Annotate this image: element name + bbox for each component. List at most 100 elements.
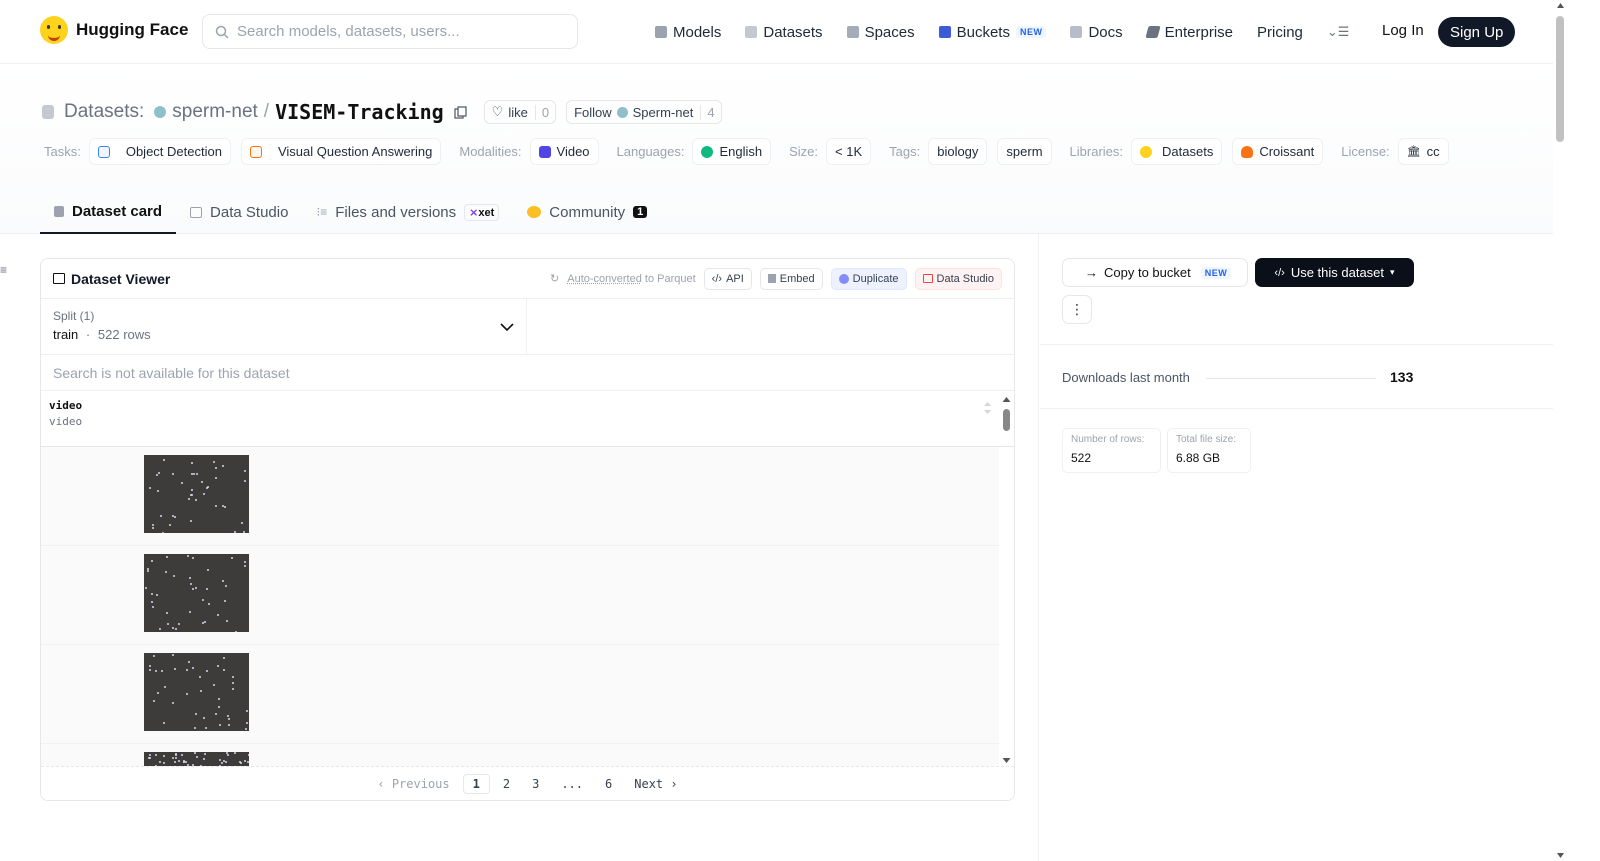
chevron-down-icon: ▾	[1390, 267, 1395, 277]
page-3-button[interactable]: 3	[523, 775, 548, 793]
cell-speck	[172, 654, 175, 657]
tag-croissant[interactable]: Croissant	[1232, 138, 1324, 165]
file-size-value: 6.88 GB	[1176, 451, 1221, 465]
toc-toggle-icon[interactable]: ≡	[0, 263, 8, 277]
nav-enterprise[interactable]: Enterprise	[1145, 24, 1233, 41]
tag-sperm[interactable]: sperm	[997, 138, 1052, 165]
tag-size[interactable]: < 1K	[826, 138, 872, 165]
downloads-value: 133	[1390, 369, 1414, 385]
pagination: ‹ Previous 1 2 3 ... 6 Next ›	[41, 766, 1014, 800]
search-input[interactable]	[237, 23, 557, 40]
nav-docs[interactable]: Docs	[1070, 24, 1123, 41]
cell-speck	[201, 480, 204, 483]
like-button[interactable]: ♡ like 0	[483, 100, 557, 124]
cell-speck	[205, 669, 208, 672]
cell-speck	[148, 754, 151, 757]
cell-speck	[150, 593, 153, 596]
cell-speck	[174, 761, 177, 764]
cell-speck	[173, 515, 176, 518]
data-studio-button[interactable]: Data Studio	[914, 267, 1002, 290]
table-row[interactable]	[41, 447, 999, 546]
table-row[interactable]	[41, 546, 999, 645]
video-thumbnail[interactable]	[144, 653, 249, 731]
tab-files[interactable]: ⁝≡ Files and versions ⨯xet	[302, 190, 513, 234]
embed-button[interactable]: Embed	[759, 267, 823, 290]
tag-license[interactable]: 🏛 cc	[1397, 138, 1449, 165]
license-bank-icon: 🏛	[1406, 146, 1421, 158]
rows-stat-label: Number of rows:	[1071, 434, 1145, 445]
nav-more-menu-icon[interactable]: ⌄☰	[1327, 24, 1350, 40]
table-row[interactable]	[41, 645, 999, 744]
cell-speck	[216, 664, 219, 667]
nav-buckets[interactable]: Buckets NEW	[938, 24, 1047, 41]
license-label: License:	[1341, 144, 1390, 159]
search-box[interactable]	[202, 14, 578, 49]
cell-speck	[174, 756, 177, 759]
cell-speck	[172, 575, 175, 578]
api-button[interactable]: ‹/› API	[703, 267, 752, 290]
nav-datasets[interactable]: Datasets	[745, 24, 823, 41]
cell-speck	[241, 522, 244, 525]
page-scrollbar[interactable]	[1553, 0, 1568, 861]
cell-speck	[180, 482, 183, 485]
tag-video[interactable]: Video	[529, 138, 599, 165]
cell-speck	[227, 723, 230, 726]
tag-datasets-library[interactable]: Datasets	[1131, 138, 1223, 165]
page-1-button[interactable]: 1	[462, 773, 490, 794]
cell-speck	[201, 622, 204, 625]
tag-object-detection[interactable]: Object Detection	[88, 138, 231, 165]
modalities-label: Modalities:	[459, 144, 522, 159]
page-scrollbar-thumb[interactable]	[1556, 16, 1564, 142]
table-scrollbar[interactable]	[1002, 397, 1011, 765]
datasets-section-link[interactable]: Datasets:	[64, 101, 144, 123]
nav-models[interactable]: Models	[655, 24, 721, 41]
cell-speck	[187, 554, 190, 557]
croissant-icon	[1241, 145, 1254, 158]
chevron-down-icon	[500, 323, 514, 332]
use-this-dataset-button[interactable]: ‹/› Use this dataset ▾	[1255, 258, 1414, 287]
cell-speck	[158, 760, 161, 763]
home-logo-link[interactable]: Hugging Face	[40, 16, 188, 44]
cell-speck	[173, 667, 176, 670]
copy-icon[interactable]	[454, 105, 468, 119]
split-selector[interactable]: Split (1) train · 522 rows	[41, 299, 527, 354]
org-link[interactable]: sperm-net	[172, 101, 258, 123]
cell-speck	[151, 600, 154, 603]
dataset-viewer: Dataset Viewer ↻ Auto-converted to Parqu…	[40, 258, 1015, 801]
tab-data-studio[interactable]: Data Studio	[176, 190, 302, 234]
sort-icon[interactable]	[983, 401, 992, 415]
video-icon	[538, 145, 551, 158]
page-2-button[interactable]: 2	[494, 775, 519, 793]
cell-speck	[231, 675, 234, 678]
tag-biology[interactable]: biology	[928, 138, 988, 165]
duplicate-button[interactable]: Duplicate	[830, 267, 907, 290]
copy-to-bucket-button[interactable]: → Copy to bucket NEW	[1062, 258, 1248, 287]
cell-speck	[245, 709, 248, 712]
follow-button[interactable]: Follow Sperm-net 4	[566, 100, 722, 124]
video-thumbnail[interactable]	[144, 752, 249, 766]
video-thumbnail[interactable]	[144, 455, 249, 533]
next-page-button[interactable]: Next ›	[625, 775, 686, 793]
cell-speck	[244, 469, 247, 472]
community-count-badge: 1	[633, 206, 648, 218]
nav-spaces[interactable]: Spaces	[846, 24, 915, 41]
previous-page-button[interactable]: ‹ Previous	[368, 775, 458, 793]
tag-visual-question-answering[interactable]: Visual Question Answering	[240, 138, 442, 165]
cell-speck	[164, 686, 167, 689]
nav-pricing[interactable]: Pricing	[1257, 24, 1303, 41]
page-6-button[interactable]: 6	[596, 775, 621, 793]
split-label: Split (1)	[53, 309, 95, 323]
auto-converted-link[interactable]: Auto-converted to Parquet	[567, 273, 695, 285]
column-header[interactable]: video video	[41, 391, 1014, 447]
more-options-icon[interactable]: ⋮	[1062, 295, 1092, 324]
table-row[interactable]	[41, 744, 999, 766]
tab-dataset-card[interactable]: Dataset card	[40, 190, 177, 234]
cell-speck	[162, 458, 165, 461]
tab-community[interactable]: Community 1	[513, 190, 661, 234]
login-link[interactable]: Log In	[1382, 22, 1424, 39]
cell-speck	[186, 669, 189, 672]
cell-speck	[206, 588, 209, 591]
tag-english[interactable]: English	[692, 138, 772, 165]
signup-button[interactable]: Sign Up	[1438, 17, 1516, 47]
video-thumbnail[interactable]	[144, 554, 249, 632]
